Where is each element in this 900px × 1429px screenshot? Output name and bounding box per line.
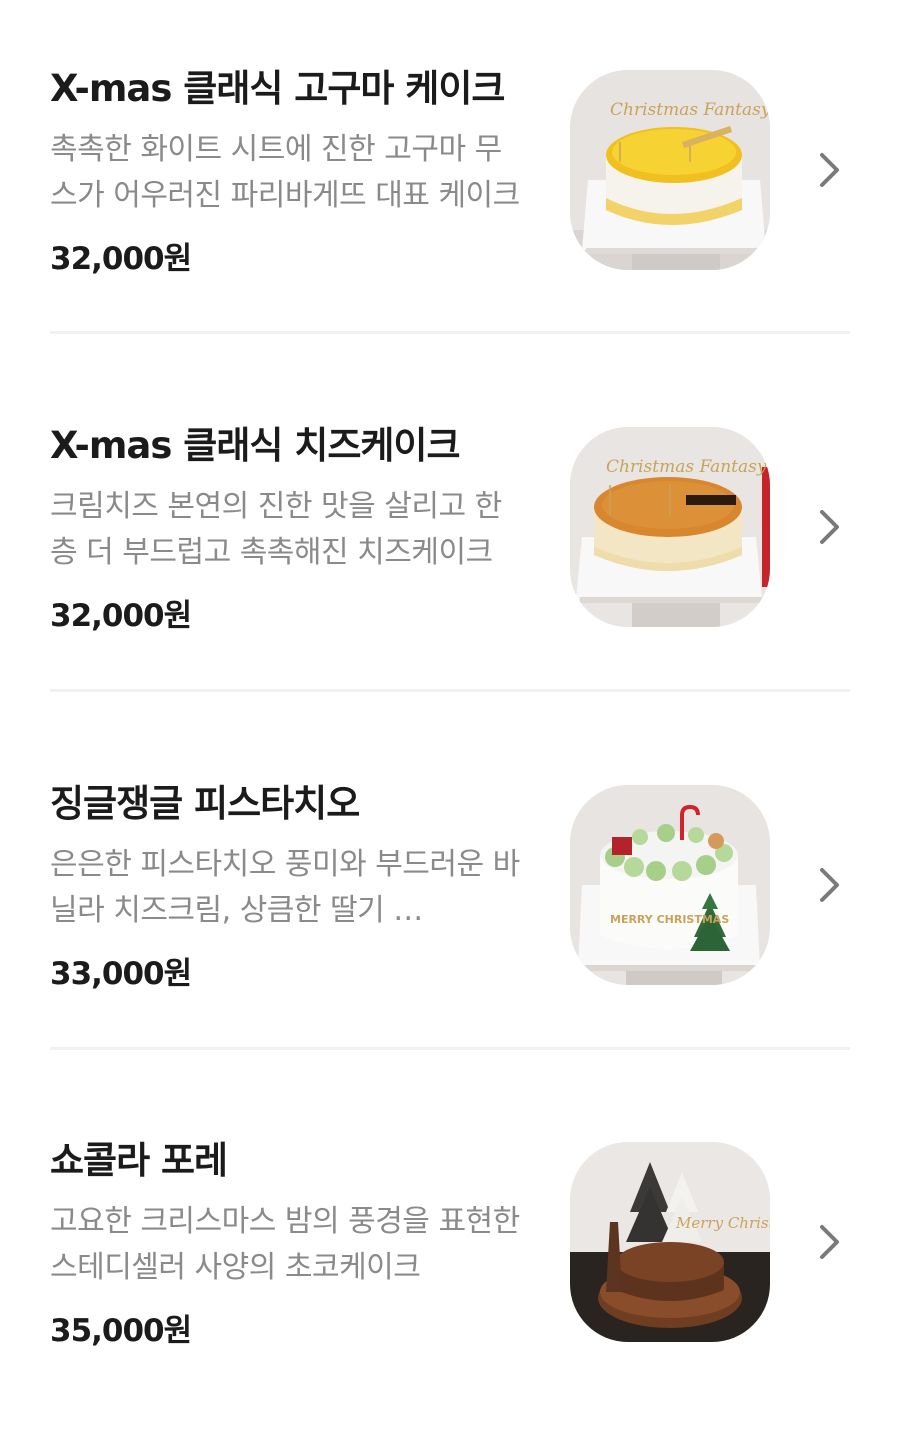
- item-image[interactable]: Christmas Fantasy: [570, 70, 770, 270]
- item-image[interactable]: Christmas Fantasy: [570, 427, 770, 627]
- menu-item-sweet-potato-cake[interactable]: X-mas 클래식 고구마 케이크 촉촉한 화이트 시트에 진한 고구마 무스가…: [0, 0, 900, 357]
- cake-topper-text: Christmas Fantasy: [606, 457, 767, 477]
- item-title: 징글쟁글 피스타치오: [50, 782, 360, 825]
- chevron-right-icon[interactable]: [812, 865, 848, 905]
- chocolate-cake-image: Merry Christmas: [570, 1142, 770, 1342]
- item-price: 32,000원: [50, 241, 192, 277]
- menu-item-cheesecake[interactable]: X-mas 클래식 치즈케이크 크림치즈 본연의 진한 맛을 살리고 한층 더 …: [0, 357, 900, 714]
- item-image[interactable]: Merry Christmas: [570, 1142, 770, 1342]
- item-description: 크림치즈 본연의 진한 맛을 살리고 한층 더 부드럽고 촉촉해진 치즈케이크: [50, 489, 502, 570]
- chevron-right-icon[interactable]: [812, 150, 848, 190]
- cheesecake-image: Christmas Fantasy: [570, 427, 770, 627]
- divider: [50, 1047, 850, 1050]
- menu-item-pistachio[interactable]: 징글쟁글 피스타치오 은은한 피스타치오 풍미와 부드러운 바닐라 치즈크림, …: [0, 715, 900, 1072]
- menu-item-chocolat-foret[interactable]: 쇼콜라 포레 고요한 크리스마스 밤의 풍경을 표현한 스테디셀러 사양의 초코…: [0, 1072, 900, 1429]
- chevron-right-icon[interactable]: [812, 1222, 848, 1262]
- cake-decoration-text: MERRY CHRISTMAS: [610, 913, 729, 926]
- item-description: 고요한 크리스마스 밤의 풍경을 표현한 스테디셀러 사양의 초코케이크: [50, 1204, 520, 1285]
- item-description: 촉촉한 화이트 시트에 진한 고구마 무스가 어우러진 파리바게뜨 대표 케이크: [50, 132, 520, 213]
- sweet-potato-cake-image: Christmas Fantasy: [570, 70, 770, 270]
- chevron-right-icon[interactable]: [812, 507, 848, 547]
- item-image[interactable]: MERRY CHRISTMAS: [570, 785, 770, 985]
- cake-topper-text: Merry Christmas: [675, 1214, 770, 1232]
- item-price: 33,000원: [50, 956, 192, 992]
- pistachio-cake-image: MERRY CHRISTMAS: [570, 785, 770, 985]
- item-description: 은은한 피스타치오 풍미와 부드러운 바닐라 치즈크림, 상큼한 딸기 …: [50, 847, 520, 928]
- item-title: X-mas 클래식 고구마 케이크: [50, 67, 505, 110]
- divider: [50, 331, 850, 334]
- menu-list: X-mas 클래식 고구마 케이크 촉촉한 화이트 시트에 진한 고구마 무스가…: [0, 0, 900, 1386]
- item-price: 32,000원: [50, 598, 192, 634]
- divider: [50, 689, 850, 692]
- item-title: X-mas 클래식 치즈케이크: [50, 424, 460, 467]
- item-title: 쇼콜라 포레: [50, 1139, 228, 1182]
- cake-topper-text: Christmas Fantasy: [610, 100, 770, 120]
- item-price: 35,000원: [50, 1313, 192, 1349]
